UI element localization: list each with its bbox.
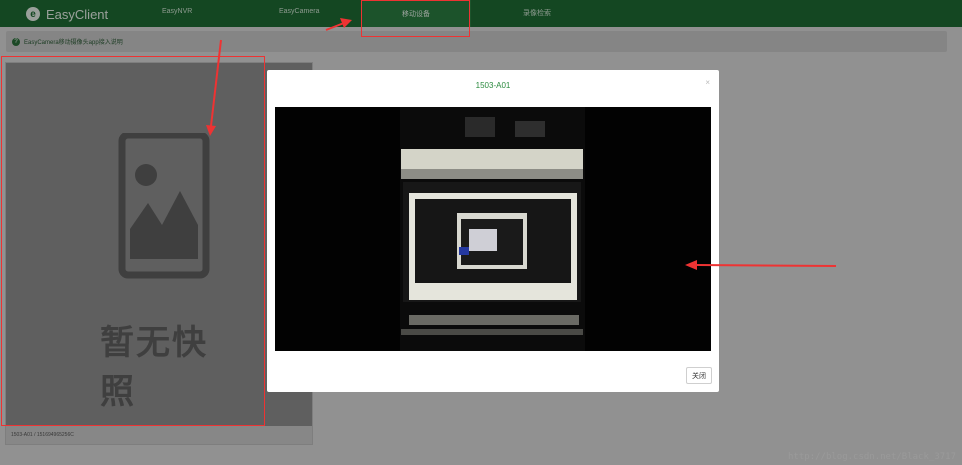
arrowhead-right xyxy=(685,260,697,270)
arrow-line-top xyxy=(325,22,345,31)
arrow-line-left xyxy=(210,39,222,127)
arrow-line-right xyxy=(696,264,837,267)
watermark-text: http://blog.csdn.net/Black_3717 xyxy=(788,452,956,462)
annotation-arrows xyxy=(206,18,837,270)
arrowhead-left xyxy=(206,125,216,136)
